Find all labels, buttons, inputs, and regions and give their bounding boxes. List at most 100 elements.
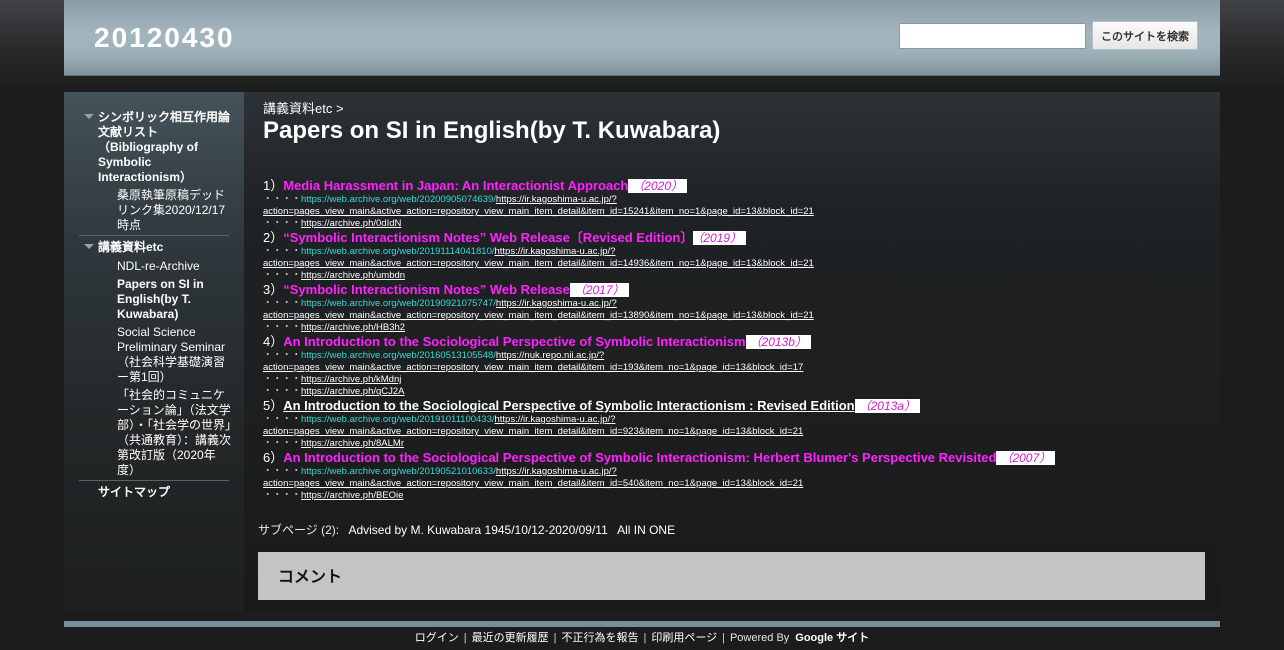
paper-entry: 1）Media Harassment in Japan: An Interact…: [263, 178, 1213, 230]
archive-link-continuation: action=pages_view_main&active_action=rep…: [263, 362, 1213, 374]
wayback-link[interactable]: https://web.archive.org/web/201605131055…: [301, 350, 496, 361]
paper-number: 1）: [263, 178, 284, 193]
wayback-link[interactable]: https://web.archive.org/web/201905210106…: [301, 466, 496, 477]
paper-entry-header: 6）An Introduction to the Sociological Pe…: [263, 450, 1213, 466]
expand-triangle-icon[interactable]: [84, 244, 94, 249]
sidebar-item-label: シンボリック相互作用論文献リスト（Bibliography of Symboli…: [98, 110, 231, 184]
search-input[interactable]: [899, 23, 1086, 49]
repository-link[interactable]: https://ir.kagoshima-u.ac.jp/?: [495, 246, 616, 257]
login-link[interactable]: ログイン: [415, 632, 459, 644]
paper-entry-header: 1）Media Harassment in Japan: An Interact…: [263, 178, 1213, 194]
sidebar-divider: [79, 480, 229, 481]
repository-link[interactable]: https://ir.kagoshima-u.ac.jp/?: [496, 466, 617, 477]
comment-title: コメント: [278, 569, 343, 586]
paper-number: 5）: [263, 398, 284, 413]
subpage-link-advised[interactable]: Advised by M. Kuwabara 1945/10/12-2020/0…: [348, 523, 607, 537]
paper-entry-header: 5）An Introduction to the Sociological Pe…: [263, 398, 1213, 414]
archive-link-line: ・・・・https://archive.ph/HB3h2: [263, 322, 406, 333]
paper-entry-header: 3）“Symbolic Interactionism Notes” Web Re…: [263, 282, 1213, 298]
breadcrumb-separator: >: [335, 101, 344, 116]
subpage-link-all-in-one[interactable]: All IN ONE: [617, 523, 675, 537]
paper-number: 3）: [263, 282, 284, 297]
archive-link-continuation: action=pages_view_main&active_action=rep…: [263, 426, 1213, 438]
archive-link-line: ・・・・https://archive.ph/qCJ2A: [263, 386, 405, 397]
paper-number: 4）: [263, 334, 284, 349]
page-title: Papers on SI in English(by T. Kuwabara): [263, 117, 721, 144]
recent-changes-link[interactable]: 最近の更新履歴: [472, 632, 549, 644]
archive-ph-link[interactable]: https://archive.ph/qCJ2A: [301, 386, 405, 397]
sidebar-item-sitemap[interactable]: サイトマップ: [64, 485, 244, 500]
paper-entry: 3）“Symbolic Interactionism Notes” Web Re…: [263, 282, 1213, 334]
repository-link[interactable]: https://ir.kagoshima-u.ac.jp/?: [496, 298, 617, 309]
subpages: サブページ (2): Advised by M. Kuwabara 1945/1…: [258, 521, 675, 538]
wayback-link[interactable]: https://web.archive.org/web/201910111004…: [301, 414, 494, 425]
wayback-link[interactable]: https://web.archive.org/web/202009050746…: [301, 194, 496, 205]
archive-link-line: ・・・・https://archive.ph/BEOie: [263, 490, 404, 501]
powered-by-label: Powered By: [729, 632, 790, 644]
breadcrumb: 講義資料etc >: [263, 98, 344, 117]
paper-title-link[interactable]: An Introduction to the Sociological Pers…: [283, 398, 854, 413]
wayback-link[interactable]: https://web.archive.org/web/201909210757…: [301, 298, 496, 309]
archive-ph-link[interactable]: https://archive.ph/BEOie: [301, 490, 403, 501]
breadcrumb-parent-link[interactable]: 講義資料etc: [263, 101, 332, 116]
archive-ph-link[interactable]: https://archive.ph/umbdn: [301, 270, 405, 281]
paper-title-link[interactable]: “Symbolic Interactionism Notes” Web Rele…: [283, 230, 693, 245]
archive-link-continuation: action=pages_view_main&active_action=rep…: [263, 206, 1213, 218]
print-page-link[interactable]: 印刷用ページ: [651, 632, 717, 644]
paper-entry: 6）An Introduction to the Sociological Pe…: [263, 450, 1213, 502]
archive-link-line: ・・・・https://web.archive.org/web/20160513…: [263, 350, 605, 361]
expand-triangle-icon[interactable]: [84, 114, 94, 119]
report-abuse-link[interactable]: 不正行為を報告: [561, 632, 638, 644]
archive-link-line: ・・・・https://archive.ph/8ALMr: [263, 438, 404, 449]
comment-section: コメント: [258, 552, 1205, 600]
repository-link-cont[interactable]: action=pages_view_main&active_action=rep…: [263, 426, 803, 437]
repository-link[interactable]: https://nuk.repo.nii.ac.jp/?: [496, 350, 604, 361]
sidebar-item-deadlinks[interactable]: 桑原執筆原稿デッドリンク集2020/12/17時点: [64, 188, 244, 233]
archive-ph-link[interactable]: https://archive.ph/8ALMr: [301, 438, 404, 449]
paper-entry: 2）“Symbolic Interactionism Notes” Web Re…: [263, 230, 1213, 282]
repository-link-cont[interactable]: action=pages_view_main&active_action=rep…: [263, 258, 814, 269]
archive-ph-link[interactable]: https://archive.ph/HB3h2: [301, 322, 405, 333]
sidebar-item-lectures[interactable]: 講義資料etc: [64, 240, 244, 255]
paper-entry: 4）An Introduction to the Sociological Pe…: [263, 334, 1213, 398]
paper-entry-header: 4）An Introduction to the Sociological Pe…: [263, 334, 1213, 350]
subpages-label: サブページ (2):: [258, 523, 340, 537]
sidebar-nav: シンボリック相互作用論文献リスト（Bibliography of Symboli…: [64, 92, 244, 611]
sidebar-item-seminar[interactable]: Social Science Preliminary Seminar（社会科学基…: [64, 325, 244, 385]
archive-link-line: ・・・・https://archive.ph/umbdn: [263, 270, 406, 281]
sidebar-item-bibliography[interactable]: シンボリック相互作用論文献リスト（Bibliography of Symboli…: [64, 110, 244, 185]
paper-list: 1）Media Harassment in Japan: An Interact…: [263, 178, 1213, 502]
sidebar-item-lecture-plan[interactable]: 「社会的コミュニケーション論」（法文学部）・「社会学の世界」（共通教育）：講義次…: [64, 388, 244, 478]
repository-link[interactable]: https://ir.kagoshima-u.ac.jp/?: [496, 194, 617, 205]
paper-title-link[interactable]: An Introduction to the Sociological Pers…: [283, 450, 996, 465]
sidebar-item-papers-current[interactable]: Papers on SI in English(by T. Kuwabara): [64, 277, 244, 322]
repository-link[interactable]: https://ir.kagoshima-u.ac.jp/?: [495, 414, 616, 425]
archive-ph-link[interactable]: https://archive.ph/kMdnj: [301, 374, 401, 385]
archive-link-line: ・・・・https://web.archive.org/web/20190521…: [263, 466, 617, 477]
main-content: 講義資料etc > Papers on SI in English(by T. …: [244, 92, 1220, 611]
repository-link-cont[interactable]: action=pages_view_main&active_action=rep…: [263, 206, 814, 217]
paper-year: （2017）: [569, 283, 629, 297]
site-title[interactable]: 20120430: [94, 22, 235, 54]
sidebar-divider: [79, 235, 229, 236]
paper-entry: 5）An Introduction to the Sociological Pe…: [263, 398, 1213, 450]
footer: ログイン | 最近の更新履歴 | 不正行為を報告 | 印刷用ページ | Powered By Go…: [414, 632, 870, 644]
archive-link-line: ・・・・https://web.archive.org/web/20191011…: [263, 414, 616, 425]
sidebar-item-ndl[interactable]: NDL-re-Archive: [64, 259, 244, 274]
paper-title-link[interactable]: An Introduction to the Sociological Pers…: [283, 334, 745, 349]
paper-year: （2019）: [693, 231, 747, 245]
wayback-link[interactable]: https://web.archive.org/web/201911140418…: [301, 246, 494, 257]
repository-link-cont[interactable]: action=pages_view_main&active_action=rep…: [263, 362, 803, 373]
sidebar-item-label: 講義資料etc: [98, 240, 164, 254]
paper-title-link[interactable]: “Symbolic Interactionism Notes” Web Rele…: [283, 282, 570, 297]
archive-ph-link[interactable]: https://archive.ph/0dIdN: [301, 218, 401, 229]
repository-link-cont[interactable]: action=pages_view_main&active_action=rep…: [263, 478, 803, 489]
google-sites-link[interactable]: Google サイト: [795, 632, 869, 644]
repository-link-cont[interactable]: action=pages_view_main&active_action=rep…: [263, 310, 814, 321]
site-header: 20120430 このサイトを検索: [64, 0, 1220, 76]
archive-link-line: ・・・・https://web.archive.org/web/20190921…: [263, 298, 617, 309]
paper-title-link[interactable]: Media Harassment in Japan: An Interactio…: [283, 178, 628, 193]
archive-link-line: ・・・・https://archive.ph/0dIdN: [263, 218, 402, 229]
search-button[interactable]: このサイトを検索: [1092, 21, 1198, 50]
paper-number: 6）: [263, 450, 284, 465]
